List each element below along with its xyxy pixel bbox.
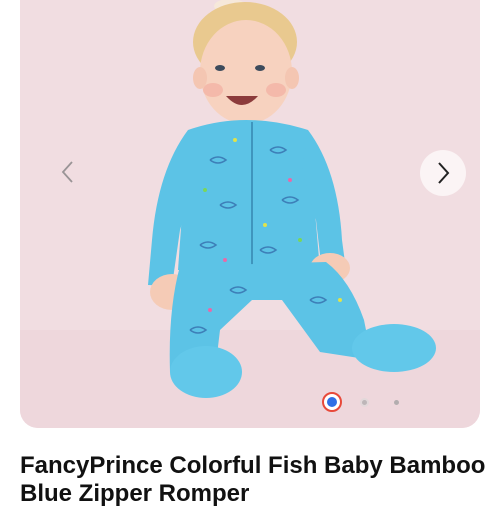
chevron-left-icon: [61, 161, 73, 183]
product-photo: [20, 0, 480, 428]
product-image-gallery[interactable]: [20, 0, 480, 428]
chevron-right-icon: [438, 162, 450, 184]
next-image-button[interactable]: [420, 150, 466, 196]
pagination-dot-1[interactable]: [322, 392, 342, 412]
previous-image-button[interactable]: [48, 152, 88, 192]
pagination-dot-3[interactable]: [394, 400, 399, 405]
gallery-pagination: [20, 392, 480, 412]
pagination-dot-2[interactable]: [360, 398, 369, 407]
